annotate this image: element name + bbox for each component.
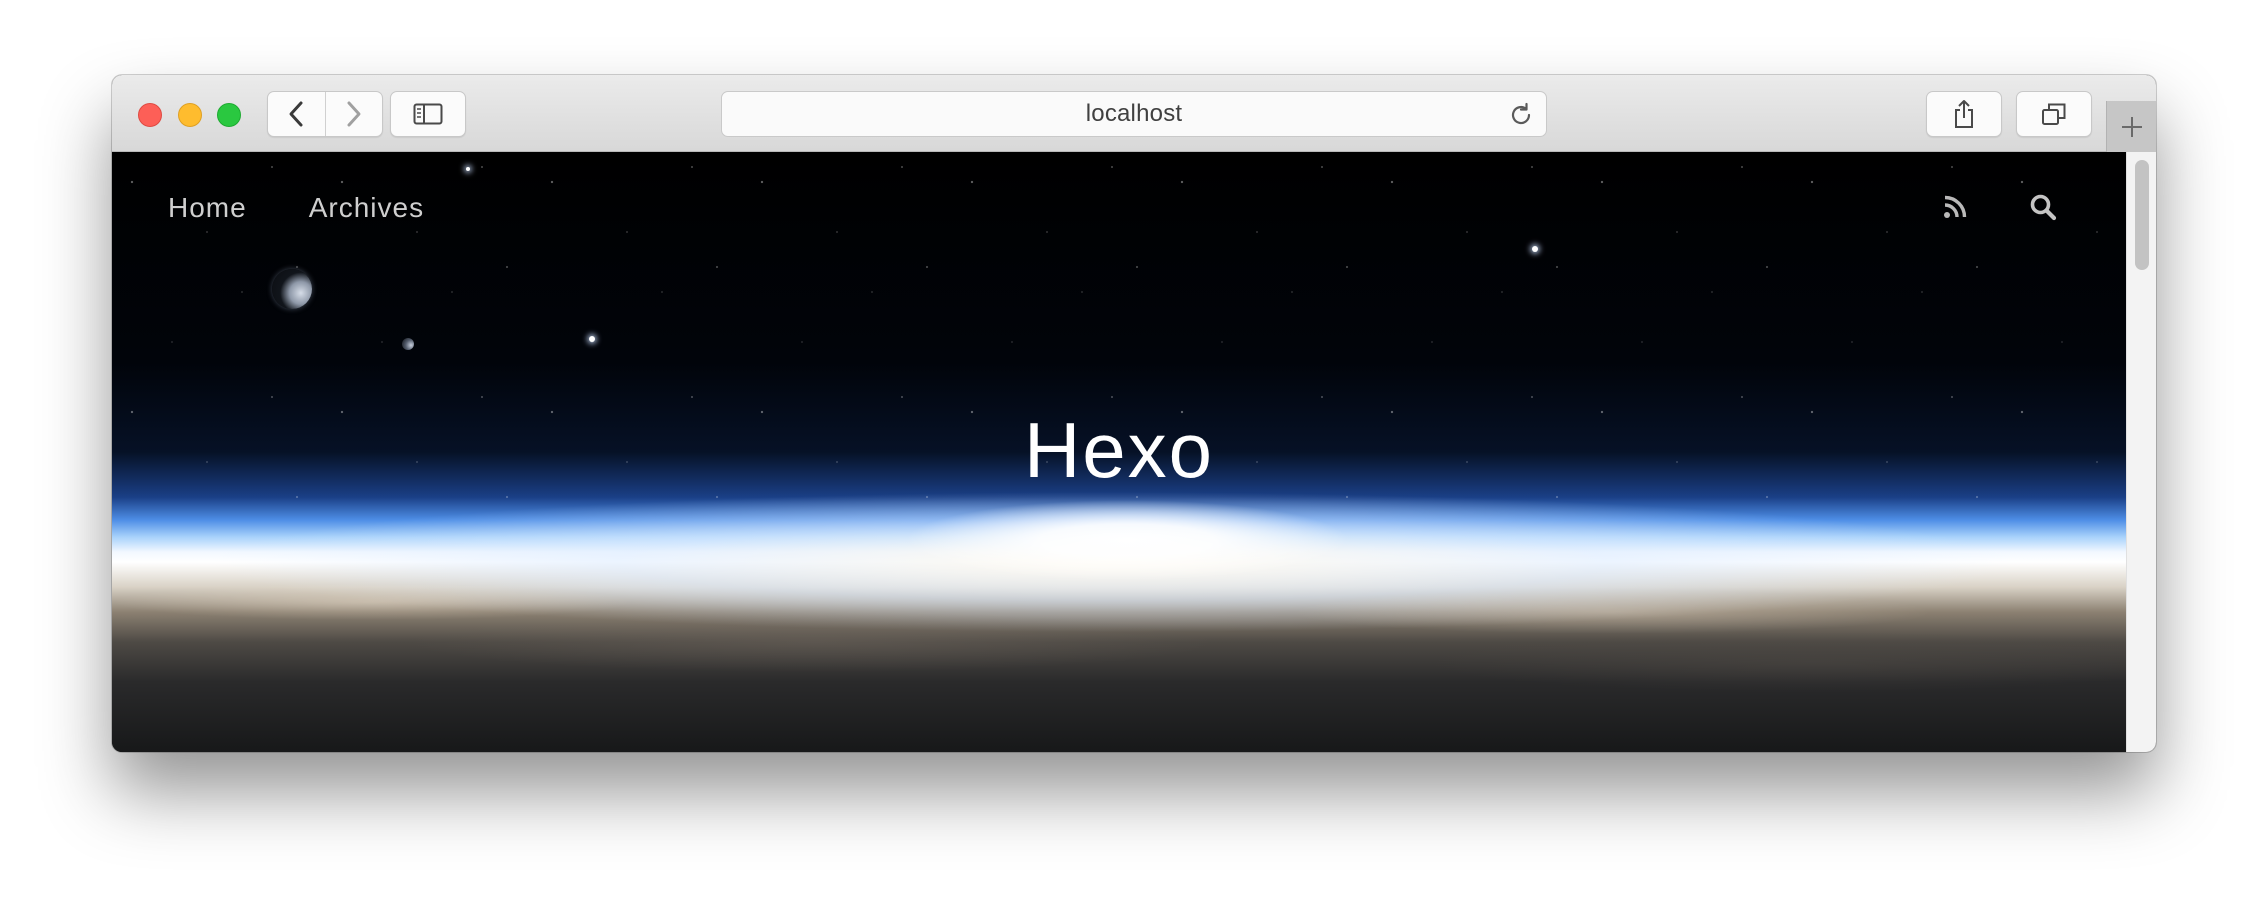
forward-button[interactable] [324, 92, 382, 136]
back-button[interactable] [268, 92, 325, 136]
scrollbar-thumb[interactable] [2135, 160, 2149, 270]
nav-link-archives[interactable]: Archives [309, 192, 424, 224]
bright-star [589, 336, 595, 342]
sidebar-button[interactable] [390, 91, 466, 137]
reload-button[interactable] [1508, 102, 1534, 133]
hero-banner: Home Archives Hexo [112, 152, 2126, 752]
chevron-right-icon [347, 101, 361, 127]
history-navigation [267, 91, 383, 137]
search-icon [2030, 194, 2057, 221]
sidebar-icon [413, 103, 443, 125]
close-window-button[interactable] [138, 103, 162, 127]
reload-icon [1511, 102, 1531, 125]
search-button[interactable] [2028, 192, 2058, 222]
tab-overview-button[interactable] [2016, 91, 2092, 137]
zoom-window-button[interactable] [217, 103, 241, 127]
small-moon-graphic [402, 338, 414, 350]
bright-star [466, 167, 470, 171]
page-scrollbar[interactable] [2126, 152, 2156, 752]
new-tab-button[interactable] [2106, 101, 2156, 152]
nav-icons [1940, 192, 2058, 222]
minimize-window-button[interactable] [178, 103, 202, 127]
chevron-left-icon [289, 101, 303, 127]
moon-graphic [272, 269, 312, 309]
browser-toolbar: localhost [112, 75, 2156, 152]
rss-icon [1944, 195, 1967, 218]
nav-link-home[interactable]: Home [168, 192, 247, 224]
address-text: localhost [1085, 100, 1183, 127]
site-nav: Home Archives [168, 192, 424, 224]
address-bar[interactable]: localhost [721, 91, 1547, 137]
cloud-layer [112, 572, 2126, 752]
browser-window: localhost Home Archives Hexo [112, 75, 2156, 752]
bright-star [1532, 246, 1538, 252]
plus-icon [2121, 116, 2142, 137]
tabs-icon [2042, 103, 2066, 125]
site-title: Hexo [1023, 406, 1215, 494]
share-button[interactable] [1926, 91, 2002, 137]
rss-button[interactable] [1940, 192, 1970, 222]
share-icon [1955, 100, 1973, 128]
